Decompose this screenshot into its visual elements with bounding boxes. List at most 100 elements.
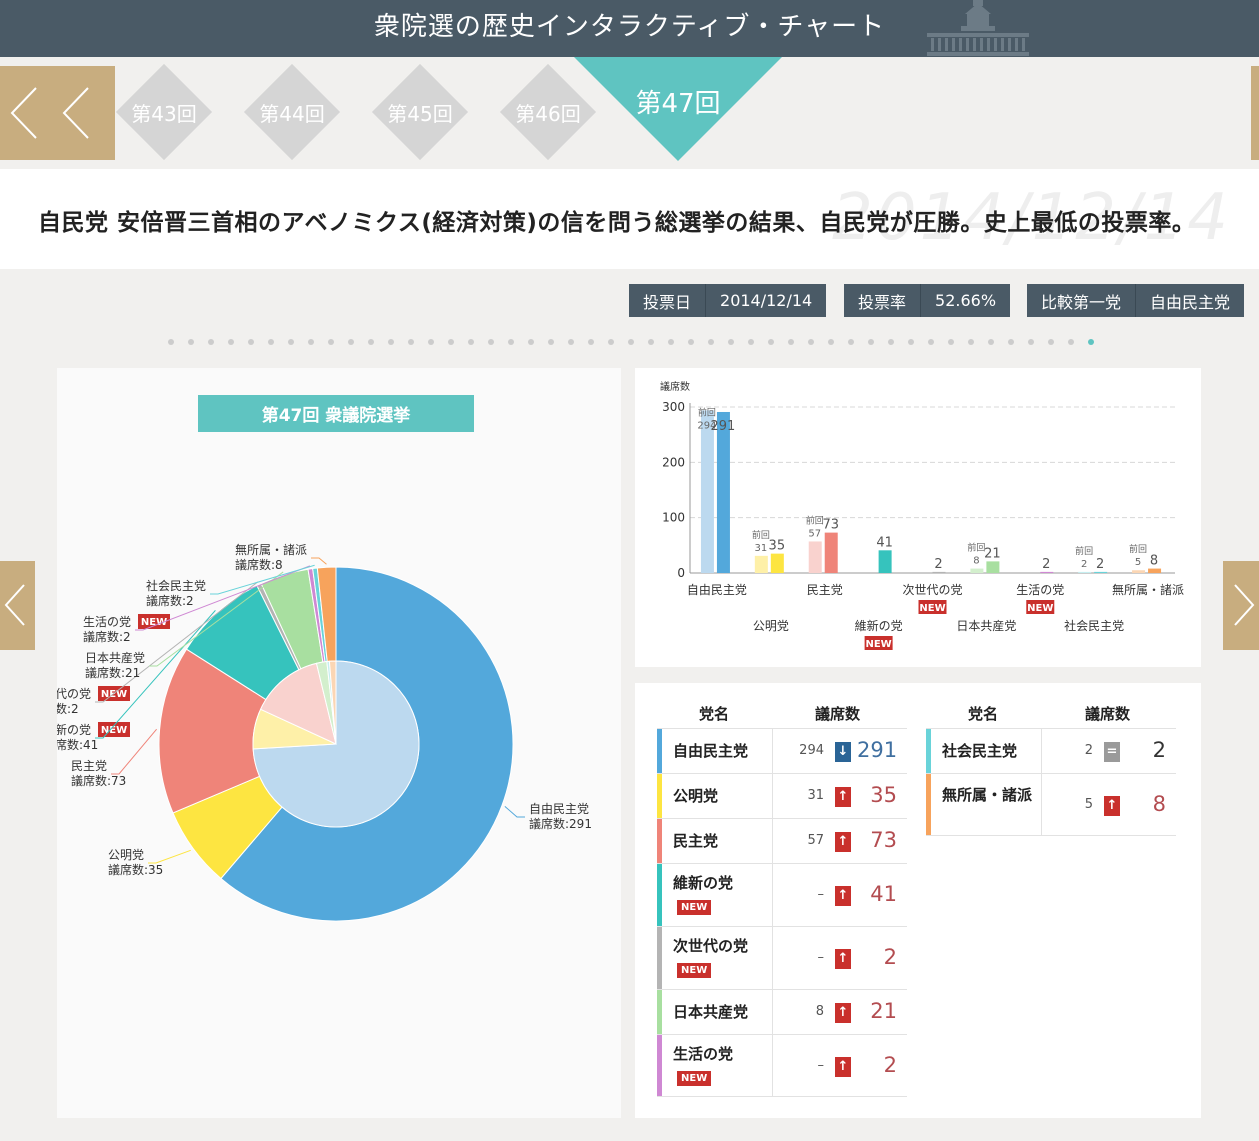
table-row[interactable]: 生活の党 NEW – ↑ 2	[657, 1034, 907, 1097]
pager-dot[interactable]	[908, 339, 914, 345]
pager-dot[interactable]	[208, 339, 214, 345]
pager-dot[interactable]	[228, 339, 234, 345]
pager-dot[interactable]	[688, 339, 694, 345]
pager-dot[interactable]	[588, 339, 594, 345]
pager-dot[interactable]	[668, 339, 674, 345]
pager-dot[interactable]	[348, 339, 354, 345]
pager-dot[interactable]	[1028, 339, 1034, 345]
pager-dot[interactable]	[708, 339, 714, 345]
prev-chart-button[interactable]	[0, 561, 35, 650]
pager-dot[interactable]	[1068, 339, 1074, 345]
pager-dot[interactable]	[488, 339, 494, 345]
pager-dot[interactable]	[628, 339, 634, 345]
pager-dot[interactable]	[508, 339, 514, 345]
donut-label-name: 社会民主党	[146, 578, 206, 593]
table-row[interactable]: 民主党 57 ↑ 73	[657, 818, 907, 863]
bar-y-tick: 0	[677, 566, 685, 580]
pager-dot[interactable]	[788, 339, 794, 345]
pager-dot[interactable]	[828, 339, 834, 345]
table-row[interactable]: 社会民主党 2 = 2	[926, 728, 1176, 773]
pager-dot[interactable]	[188, 339, 194, 345]
pager-dot[interactable]	[868, 339, 874, 345]
party-color-stripe	[657, 1035, 662, 1096]
table-row[interactable]: 次世代の党 NEW – ↑ 2	[657, 926, 907, 989]
up-arrow-icon: ↑	[835, 1002, 851, 1023]
bar-current	[1040, 571, 1054, 573]
donut-label-name: 自由民主党	[529, 801, 589, 816]
pager-dot[interactable]	[288, 339, 294, 345]
pager-dot[interactable]	[568, 339, 574, 345]
table-row[interactable]: 自由民主党 294 ↓ 291	[657, 728, 907, 773]
table-row[interactable]: 日本共産党 8 ↑ 21	[657, 989, 907, 1034]
pager-dot[interactable]	[168, 339, 174, 345]
prev-seats: 2	[1084, 742, 1093, 758]
table-row[interactable]: 維新の党 NEW – ↑ 41	[657, 863, 907, 926]
round-44[interactable]: 第44回	[243, 63, 341, 161]
current-seats: 291	[857, 737, 898, 762]
bar-prev	[700, 410, 714, 573]
pager-dot[interactable]	[548, 339, 554, 345]
round-45[interactable]: 第45回	[371, 63, 469, 161]
prev-seats: 294	[799, 742, 824, 758]
turnout-info: 投票率 52.66%	[844, 284, 1011, 317]
pager-dot[interactable]	[1088, 339, 1094, 345]
donut-label-value: 議席数:8	[235, 557, 283, 572]
bar-prev-label: 前回	[698, 406, 716, 418]
bar-current	[716, 411, 730, 573]
bar-category-label: 次世代の党	[902, 582, 962, 597]
donut-chart-panel: 第47回 衆議院選挙 自由民主党 議席数:291 公明党 議席数:35 民主党 議席数:7…	[57, 368, 621, 1118]
current-seats: 41	[870, 881, 897, 906]
table-row[interactable]: 無所属・諸派 5 ↑ 8	[926, 773, 1176, 836]
pager-dot[interactable]	[808, 339, 814, 345]
new-badge-text: NEW	[865, 639, 891, 650]
party-color-stripe	[657, 729, 662, 773]
donut-label-value: 議席数:73	[71, 773, 126, 788]
round-47-active[interactable]: 第47回	[574, 57, 782, 161]
table-row[interactable]: 公明党 31 ↑ 35	[657, 773, 907, 818]
pager-dot[interactable]	[648, 339, 654, 345]
pager-dot[interactable]	[1048, 339, 1054, 345]
round-43[interactable]: 第43回	[115, 63, 213, 161]
pager-dot[interactable]	[428, 339, 434, 345]
bar-prev	[1078, 571, 1092, 573]
pager-dot[interactable]	[1008, 339, 1014, 345]
pager-dot[interactable]	[248, 339, 254, 345]
pager-dot[interactable]	[368, 339, 374, 345]
party-name: 維新の党	[673, 874, 734, 892]
pager-dot[interactable]	[388, 339, 394, 345]
pager-dot[interactable]	[728, 339, 734, 345]
next-chart-button[interactable]	[1223, 561, 1259, 650]
pager-dot[interactable]	[308, 339, 314, 345]
pager-dot[interactable]	[888, 339, 894, 345]
pager-dot[interactable]	[848, 339, 854, 345]
pager-dot[interactable]	[928, 339, 934, 345]
pager-dot[interactable]	[608, 339, 614, 345]
pager-dot[interactable]	[948, 339, 954, 345]
pager-dot[interactable]	[448, 339, 454, 345]
pager-dot[interactable]	[328, 339, 334, 345]
current-seats: 35	[870, 782, 897, 807]
prev-seats: –	[817, 949, 825, 965]
pager-dot[interactable]	[768, 339, 774, 345]
pager-dot[interactable]	[468, 339, 474, 345]
donut-label: 無所属・諸派議席数:8	[235, 542, 327, 572]
bar-current	[1094, 571, 1108, 573]
donut-chart: 自由民主党議席数:291公明党議席数:35民主党議席数:73新の党席数:41NE…	[57, 542, 592, 922]
bar-prev	[808, 541, 822, 573]
donut-label-name: 日本共産党	[85, 650, 145, 665]
donut-label-value: 議席数:2	[146, 593, 194, 608]
next-rounds-button[interactable]	[1251, 66, 1259, 160]
pager-dot[interactable]	[988, 339, 994, 345]
bar-category-label: 民主党	[807, 582, 843, 597]
vote-day-value: 2014/12/14	[705, 284, 826, 317]
pager-dot[interactable]	[408, 339, 414, 345]
pager-dot[interactable]	[748, 339, 754, 345]
pager-dot[interactable]	[528, 339, 534, 345]
prev-rounds-button[interactable]	[0, 66, 115, 160]
pager-dot[interactable]	[968, 339, 974, 345]
pager-dot[interactable]	[268, 339, 274, 345]
bar-prev	[754, 555, 768, 573]
diet-building-icon	[927, 0, 1029, 56]
new-badge-text: NEW	[919, 603, 945, 614]
new-badge: NEW	[677, 900, 712, 915]
